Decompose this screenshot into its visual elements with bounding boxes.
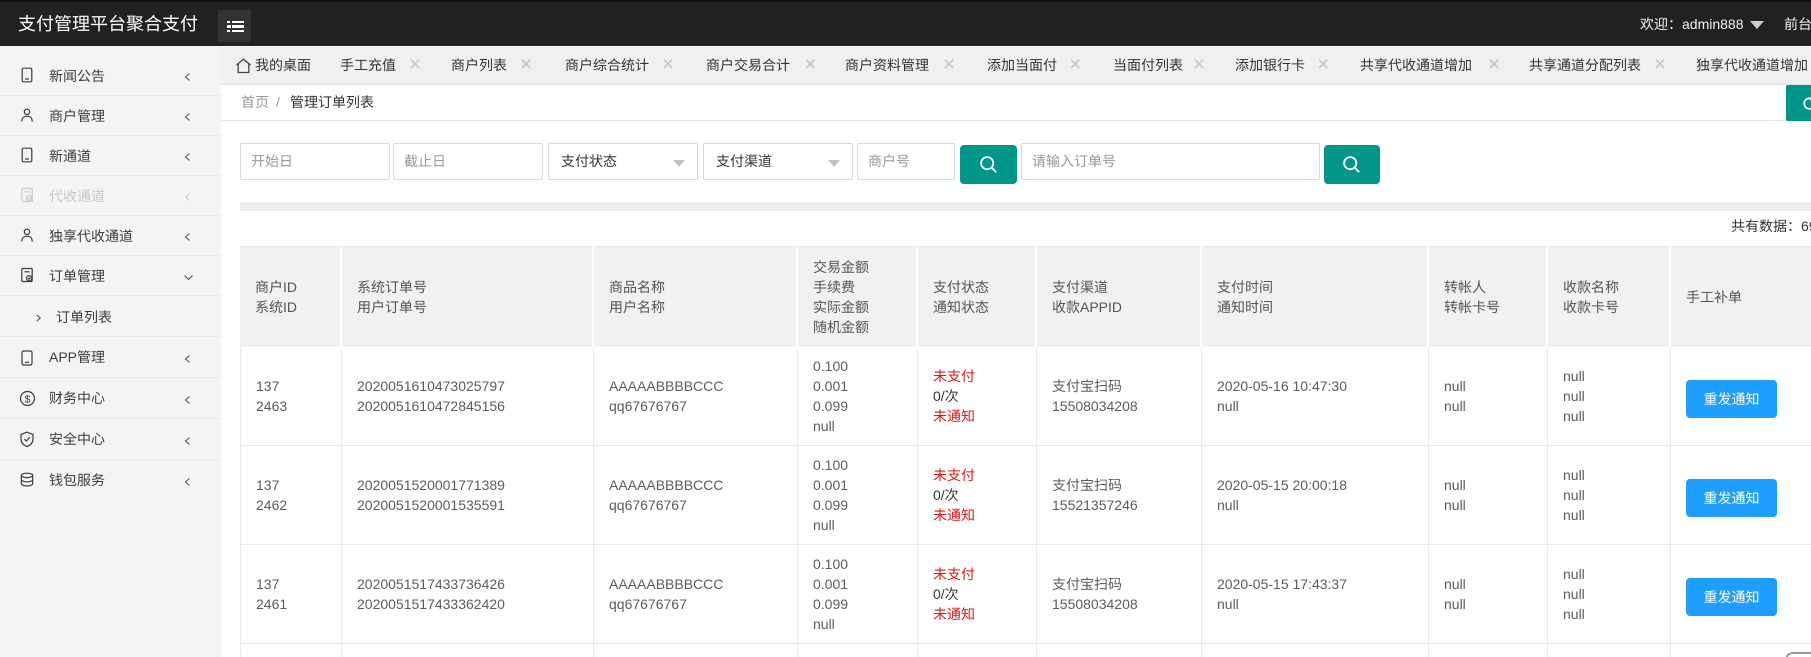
svg-text:$: $: [25, 393, 31, 405]
